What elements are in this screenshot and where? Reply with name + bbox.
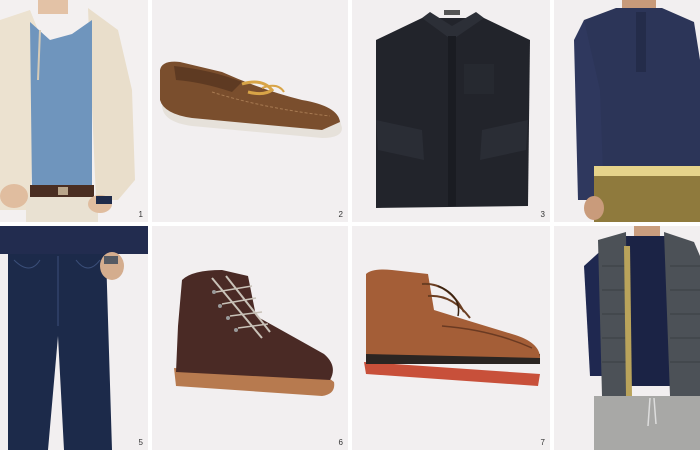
product-number: 3: [540, 210, 545, 219]
product-number: 6: [338, 438, 343, 447]
product-tile-chukka-boot[interactable]: 7: [352, 226, 550, 450]
chukka-boot-image: [352, 226, 550, 450]
product-tile-vest[interactable]: [554, 226, 700, 450]
boat-shoe-image: [152, 0, 348, 222]
product-grid: 1 2 3 5 6 7: [0, 0, 700, 450]
product-number: 5: [138, 438, 143, 447]
product-number: 1: [138, 210, 143, 219]
product-number: 7: [540, 438, 545, 447]
product-tile-boat-shoe[interactable]: 2: [152, 0, 348, 222]
work-boot-image: [152, 226, 348, 450]
product-tile-jeans[interactable]: 5: [0, 226, 148, 450]
product-tile-shirt[interactable]: 3: [352, 0, 550, 222]
black-shirt-image: [352, 0, 550, 222]
vest-look-image: [554, 226, 700, 450]
henley-look-image: [554, 0, 700, 222]
hoodie-look-image: [0, 0, 148, 222]
product-number: 2: [338, 210, 343, 219]
jeans-image: [0, 226, 148, 450]
product-tile-work-boot[interactable]: 6: [152, 226, 348, 450]
product-tile-henley[interactable]: [554, 0, 700, 222]
product-tile-hoodie[interactable]: 1: [0, 0, 148, 222]
